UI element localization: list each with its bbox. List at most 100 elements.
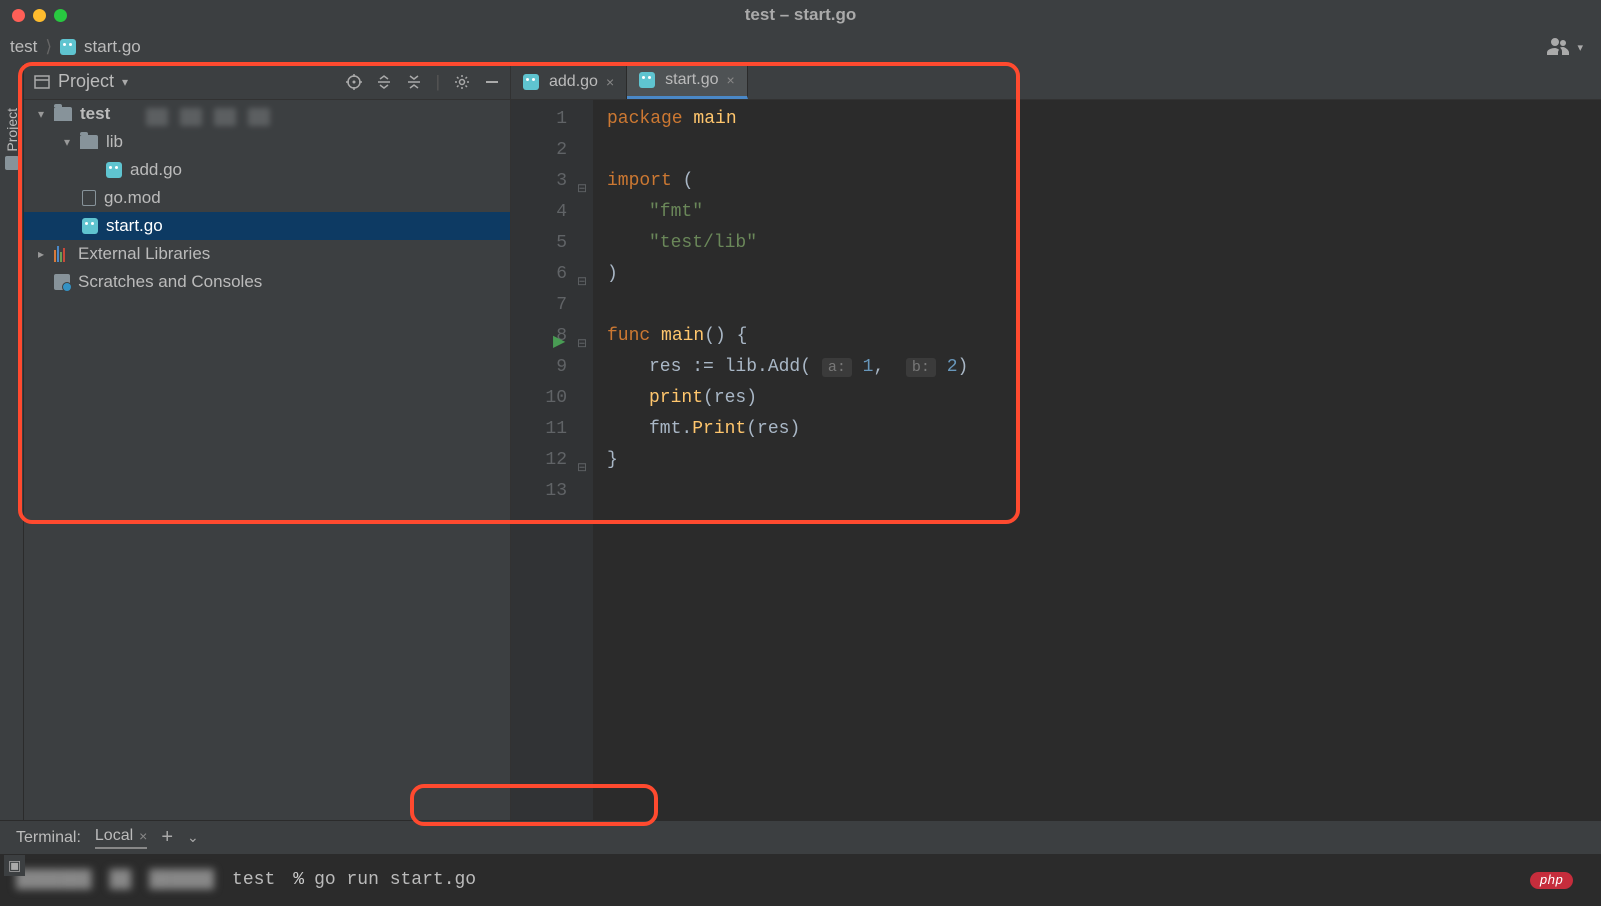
breadcrumb-root[interactable]: test (10, 37, 37, 57)
tab-addgo[interactable]: add.go × (511, 64, 627, 99)
new-terminal-button[interactable]: + (161, 826, 173, 849)
function-name: print (649, 388, 703, 408)
line-number: 12 (511, 445, 567, 476)
users-dropdown-icon[interactable]: ▾ (1547, 37, 1583, 57)
structure-tool-icon[interactable] (5, 156, 19, 170)
terminal-redacted-text: ██████ (149, 870, 214, 890)
tree-node-lib[interactable]: ▾ lib (24, 128, 510, 156)
code-content[interactable]: package main import ( "fmt" "test/lib" )… (593, 100, 968, 820)
paren: ) (607, 264, 618, 284)
redacted-toolbar-icons (146, 108, 326, 130)
minimize-window-button[interactable] (33, 9, 46, 22)
tab-label: add.go (549, 73, 598, 91)
terminal-content[interactable]: ███████ ██ ██████ test % go run start.go… (0, 854, 1601, 906)
identifier: main (693, 109, 736, 129)
terminal-redacted-text: ██ (110, 870, 132, 890)
fold-start-icon[interactable]: ⊟ (577, 329, 587, 360)
terminal-command: go run start.go (314, 870, 476, 890)
identifier: fmt. (649, 419, 692, 439)
punct: () { (704, 326, 747, 346)
line-number: 4 (511, 197, 567, 228)
tab-label: start.go (665, 71, 718, 89)
tree-node-external-libraries[interactable]: ▸ External Libraries (24, 240, 510, 268)
line-number: 10 (511, 383, 567, 414)
tree-label: test (80, 104, 110, 124)
chevron-down-icon: ▾ (64, 135, 76, 149)
punct: } (607, 450, 618, 470)
line-numbers: 1 2 3 4 5 6 7 8 9 10 11 12 13 (511, 100, 575, 820)
breadcrumb: test ⟩ start.go (10, 37, 141, 57)
code-editor[interactable]: 1 2 3 4 5 6 7 8 9 10 11 12 13 ▶ ⊟ ⊟ ⊟ ⊟ (511, 100, 1601, 820)
terminal-redacted-text: ███████ (16, 870, 92, 890)
keyword: package (607, 109, 693, 129)
run-gutter-icon[interactable]: ▶ (553, 327, 565, 358)
fold-end-icon[interactable]: ⊟ (577, 267, 587, 298)
line-number: 2 (511, 135, 567, 166)
line-number: 5 (511, 228, 567, 259)
project-view-icon (34, 74, 50, 90)
go-file-icon (60, 39, 76, 55)
call-args: (res) (746, 419, 800, 439)
editor-area: add.go × start.go × 1 2 3 4 5 6 7 8 9 10 (510, 64, 1601, 820)
fold-start-icon[interactable]: ⊟ (577, 174, 587, 205)
go-file-icon (639, 72, 655, 88)
close-icon[interactable]: × (724, 72, 734, 88)
terminal-title: Terminal: (16, 829, 81, 847)
window-title: test – start.go (745, 5, 856, 25)
tree-node-addgo[interactable]: add.go (24, 156, 510, 184)
locate-icon[interactable] (346, 74, 362, 90)
tab-startgo[interactable]: start.go × (627, 64, 748, 99)
close-window-button[interactable] (12, 9, 25, 22)
tree-label: External Libraries (78, 244, 210, 264)
close-icon[interactable]: × (604, 74, 614, 90)
go-file-icon (106, 162, 122, 178)
hide-panel-icon[interactable] (484, 74, 500, 90)
tree-node-gomod[interactable]: go.mod (24, 184, 510, 212)
identifier: res := (649, 357, 725, 377)
terminal-dropdown-icon[interactable]: ⌄ (187, 829, 199, 846)
main-area: Project Project ▾ | ▾ test (0, 64, 1601, 820)
tree-label: start.go (106, 216, 163, 236)
library-icon (54, 246, 70, 262)
project-panel-title[interactable]: Project (58, 71, 114, 92)
tree-label: lib (106, 132, 123, 152)
param-hint: b: (906, 358, 936, 377)
project-view-dropdown-icon[interactable]: ▾ (122, 75, 128, 89)
project-panel-header: Project ▾ | (24, 64, 510, 100)
paren: ( (683, 171, 694, 191)
traffic-lights (0, 9, 67, 22)
left-tool-strip: Project (0, 64, 24, 820)
chevron-down-icon: ▾ (38, 107, 50, 121)
chevron-right-icon: ▸ (38, 247, 50, 261)
close-icon[interactable]: × (137, 828, 147, 844)
maximize-window-button[interactable] (54, 9, 67, 22)
breadcrumb-separator: ⟩ (41, 37, 56, 57)
tree-label: Scratches and Consoles (78, 272, 262, 292)
function-name: Print (692, 419, 746, 439)
gear-icon[interactable] (454, 74, 470, 90)
fold-gutter: ⊟ ⊟ ⊟ ⊟ (575, 100, 593, 820)
collapse-all-icon[interactable] (406, 74, 422, 90)
terminal-cwd: test (232, 870, 275, 890)
param-hint: a: (822, 358, 852, 377)
breadcrumb-file[interactable]: start.go (84, 37, 141, 57)
editor-tabs: add.go × start.go × (511, 64, 1601, 100)
terminal-tab-local[interactable]: Local × (95, 827, 147, 849)
line-number: 6 (511, 259, 567, 290)
line-number: 1 (511, 104, 567, 135)
string-literal: "test/lib" (649, 233, 757, 253)
tree-node-startgo[interactable]: start.go (24, 212, 510, 240)
keyword: func (607, 326, 661, 346)
statusbar-left-icon[interactable]: ▣ (4, 855, 25, 876)
expand-all-icon[interactable] (376, 74, 392, 90)
number: 1 (852, 357, 874, 377)
project-tree: ▾ test ▾ lib add.go go.mod start.go (24, 100, 510, 820)
line-number: 13 (511, 476, 567, 507)
project-sidebar-tab-label[interactable]: Project (4, 108, 20, 152)
tree-node-scratches[interactable]: Scratches and Consoles (24, 268, 510, 296)
terminal-tab-label: Local (95, 827, 133, 845)
tree-label: add.go (130, 160, 182, 180)
paren: ) (958, 357, 969, 377)
fold-end-icon[interactable]: ⊟ (577, 453, 587, 484)
punct: , (873, 357, 884, 377)
